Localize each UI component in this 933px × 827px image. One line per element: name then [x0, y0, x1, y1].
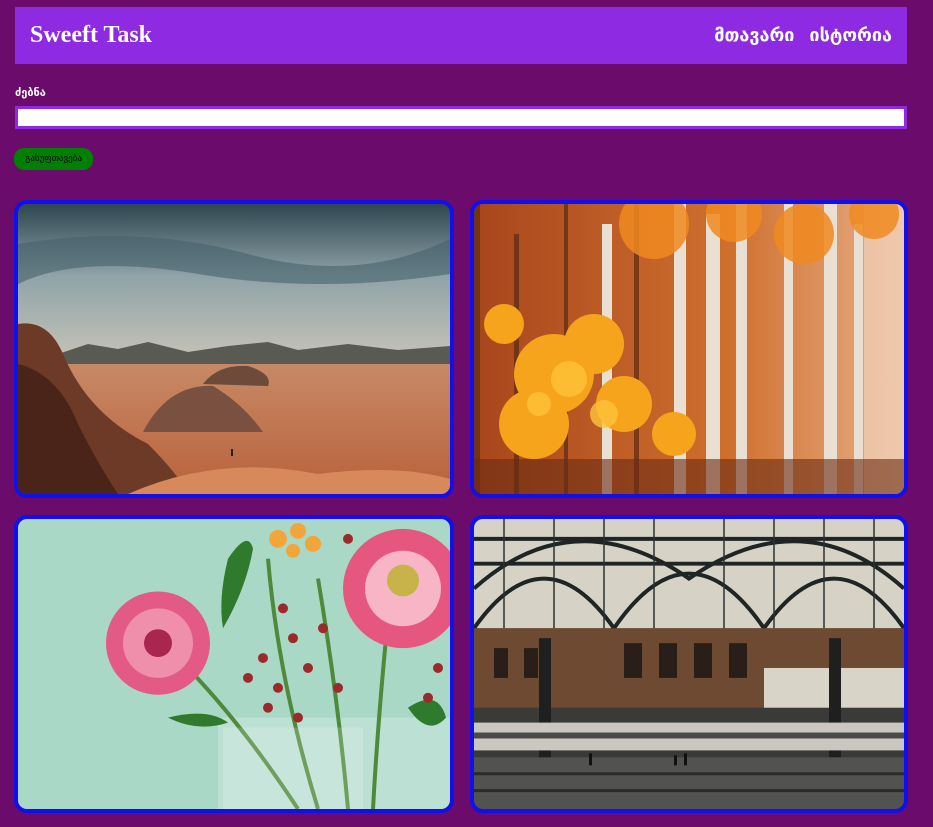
brand-title[interactable]: Sweeft Task — [30, 22, 152, 49]
search-input[interactable] — [15, 106, 907, 129]
gerbera-flowers-image — [18, 519, 450, 809]
train-station-image — [474, 519, 904, 809]
nav-link-history[interactable]: ისტორია — [809, 25, 892, 46]
gallery-image-autumn-forest[interactable] — [470, 200, 908, 498]
search-label: ძებნა — [15, 86, 46, 99]
clear-button[interactable]: გასუფთავება — [14, 148, 93, 170]
desert-landscape-image — [18, 204, 450, 494]
nav-links: მთავარი ისტორია — [714, 25, 892, 46]
gallery-image-flowers[interactable] — [14, 515, 454, 813]
image-gallery — [14, 200, 908, 813]
gallery-image-desert[interactable] — [14, 200, 454, 498]
nav-link-home[interactable]: მთავარი — [714, 25, 794, 46]
autumn-forest-image — [474, 204, 904, 494]
gallery-image-train-station[interactable] — [470, 515, 908, 813]
navbar: Sweeft Task მთავარი ისტორია — [15, 7, 907, 64]
